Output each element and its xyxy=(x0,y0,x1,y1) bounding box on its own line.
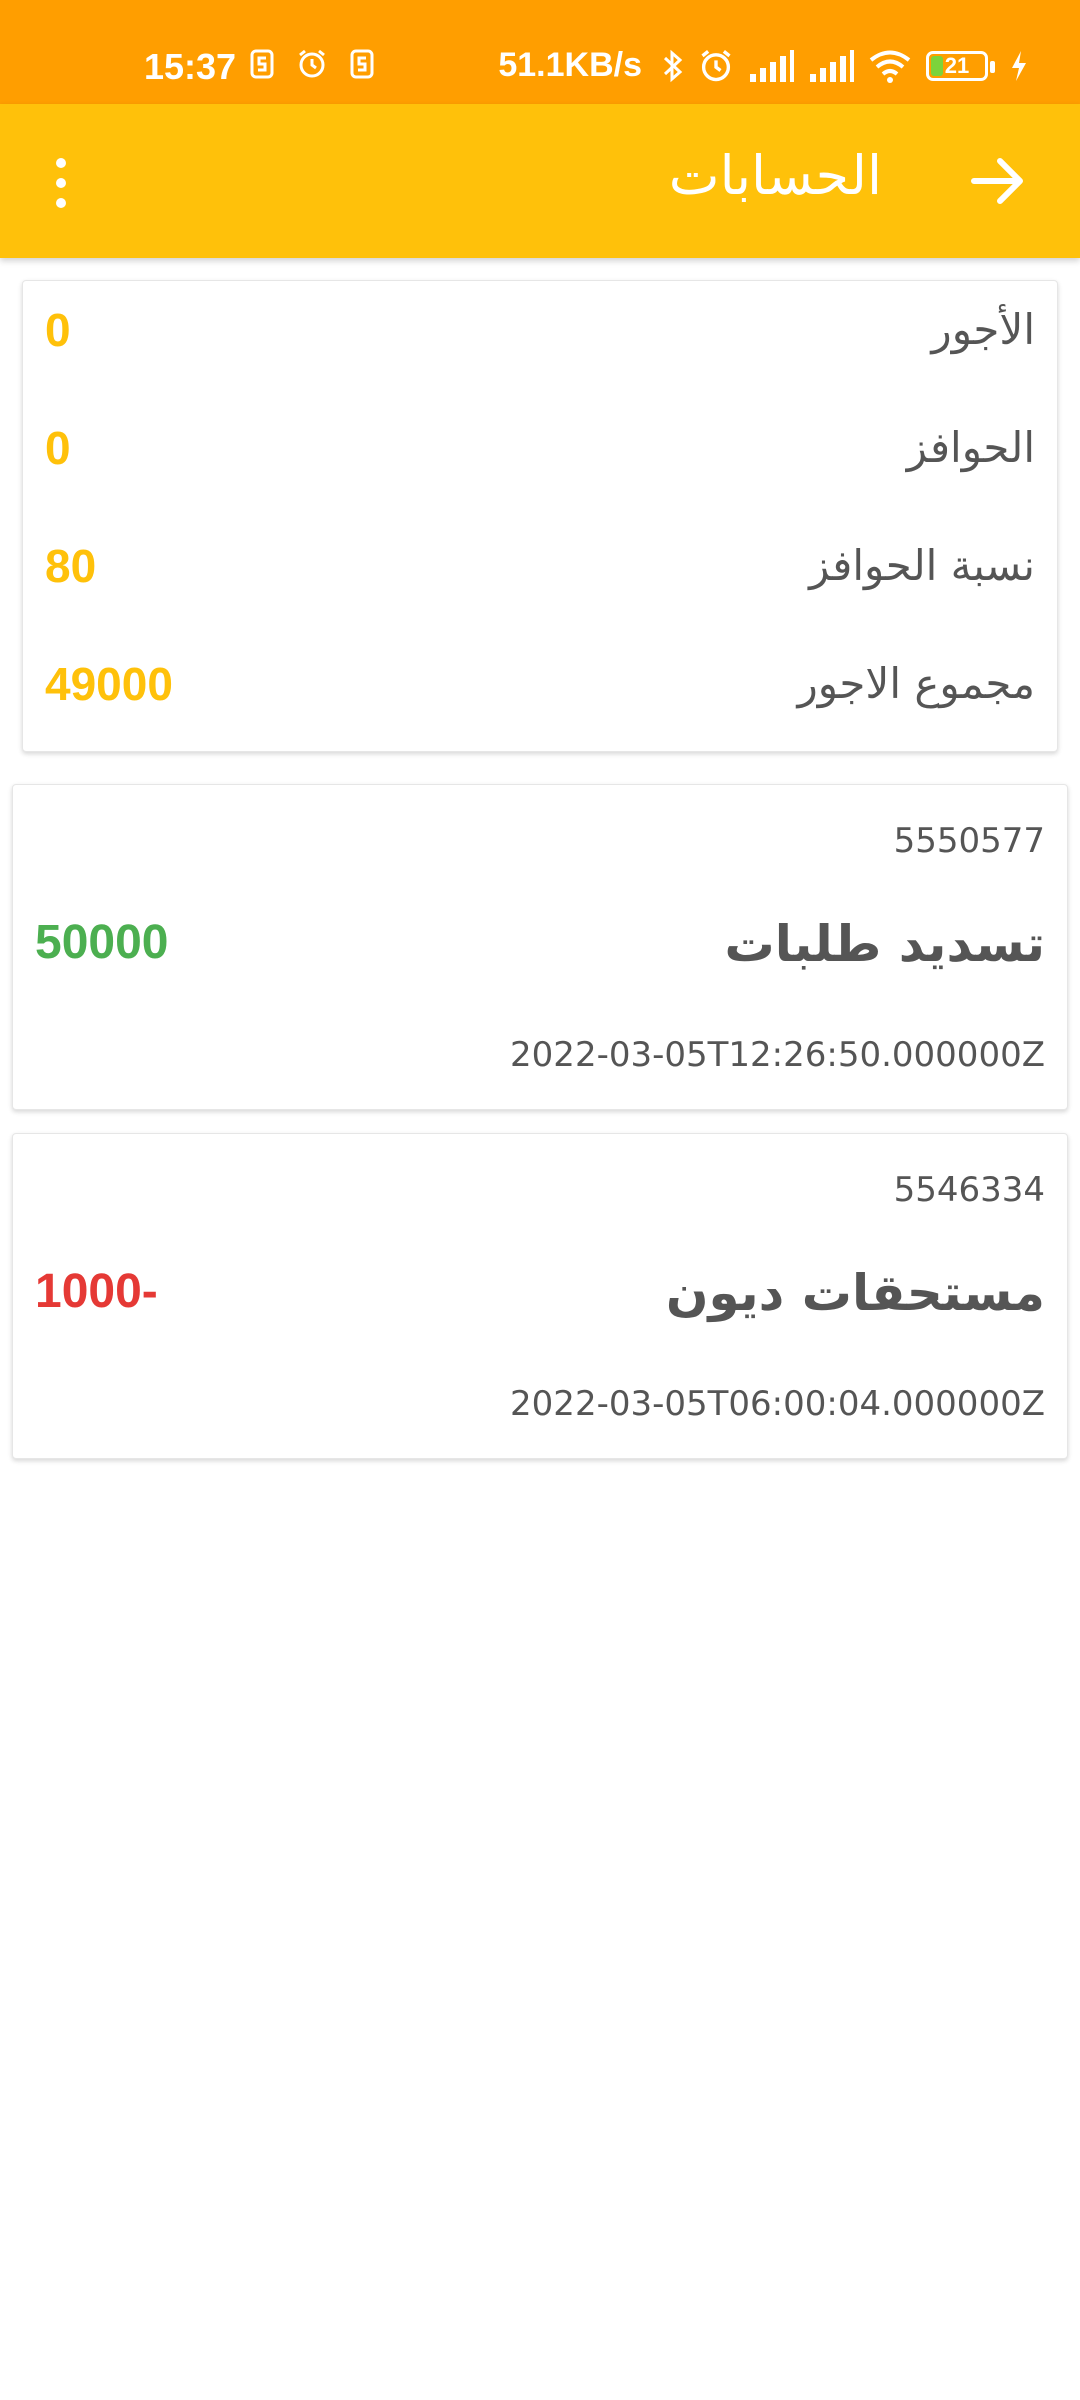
signal-icon xyxy=(810,49,854,82)
summary-row-total-wages: مجموع الاجور 49000 xyxy=(23,643,1057,733)
more-vertical-icon-dot xyxy=(56,178,66,188)
transaction-card[interactable]: 5546334 مستحقات ديون 1000- 2022-03-05T06… xyxy=(12,1133,1068,1459)
summary-value: 80 xyxy=(45,540,97,592)
sim-s-icon xyxy=(350,49,374,79)
transaction-amount: 50000 xyxy=(35,916,169,969)
summary-value: 49000 xyxy=(45,658,173,710)
charging-icon xyxy=(1012,50,1026,81)
back-arrow-icon[interactable] xyxy=(964,146,1032,216)
summary-label: مجموع الاجور xyxy=(797,659,1035,708)
transaction-id: 5550577 xyxy=(893,821,1045,861)
summary-row-incentives: الحوافز 0 xyxy=(23,407,1057,497)
battery-level: 21 xyxy=(944,52,970,78)
transaction-title: مستحقات ديون xyxy=(665,1264,1045,1322)
summary-row-wages: الأجور 0 xyxy=(23,289,1057,379)
summary-value: 0 xyxy=(45,304,71,356)
summary-card: الأجور 0 الحوافز 0 نسبة الحوافز 80 مجموع… xyxy=(22,280,1058,752)
transaction-date: 2022-03-05T12:26:50.000000Z xyxy=(510,1035,1045,1075)
alarm-icon xyxy=(701,49,731,81)
page-title: الحسابات xyxy=(668,144,882,207)
transaction-date: 2022-03-05T06:00:04.000000Z xyxy=(510,1384,1045,1424)
summary-label: الأجور xyxy=(931,305,1035,354)
summary-row-incentive-rate: نسبة الحوافز 80 xyxy=(23,525,1057,615)
bluetooth-icon xyxy=(663,49,683,82)
status-system-icons: 51.1KB/s 21 xyxy=(498,46,1028,85)
transaction-card[interactable]: 5550577 تسديد طلبات 50000 2022-03-05T12:… xyxy=(12,784,1068,1110)
transaction-amount: 1000- xyxy=(35,1265,158,1318)
transaction-id: 5546334 xyxy=(893,1170,1045,1210)
sim-s-icon xyxy=(250,49,274,79)
status-bar: 15:37 51.1KB/s 21 xyxy=(0,0,1080,104)
status-time: 15:37 xyxy=(144,46,237,87)
more-vertical-icon xyxy=(56,158,66,168)
more-options-button[interactable] xyxy=(36,148,86,218)
status-notification-icons xyxy=(250,48,374,80)
battery-icon: 21 xyxy=(926,50,995,81)
alarm-icon xyxy=(299,49,325,78)
summary-value: 0 xyxy=(45,422,71,474)
summary-label: نسبة الحوافز xyxy=(809,541,1035,590)
wifi-icon xyxy=(869,50,911,83)
app-bar: الحسابات xyxy=(0,104,1080,258)
summary-label: الحوافز xyxy=(906,423,1035,472)
signal-icon xyxy=(750,49,794,82)
transaction-title: تسديد طلبات xyxy=(724,915,1045,973)
network-speed: 51.1KB/s xyxy=(498,46,642,84)
more-vertical-icon-dot xyxy=(56,198,66,208)
